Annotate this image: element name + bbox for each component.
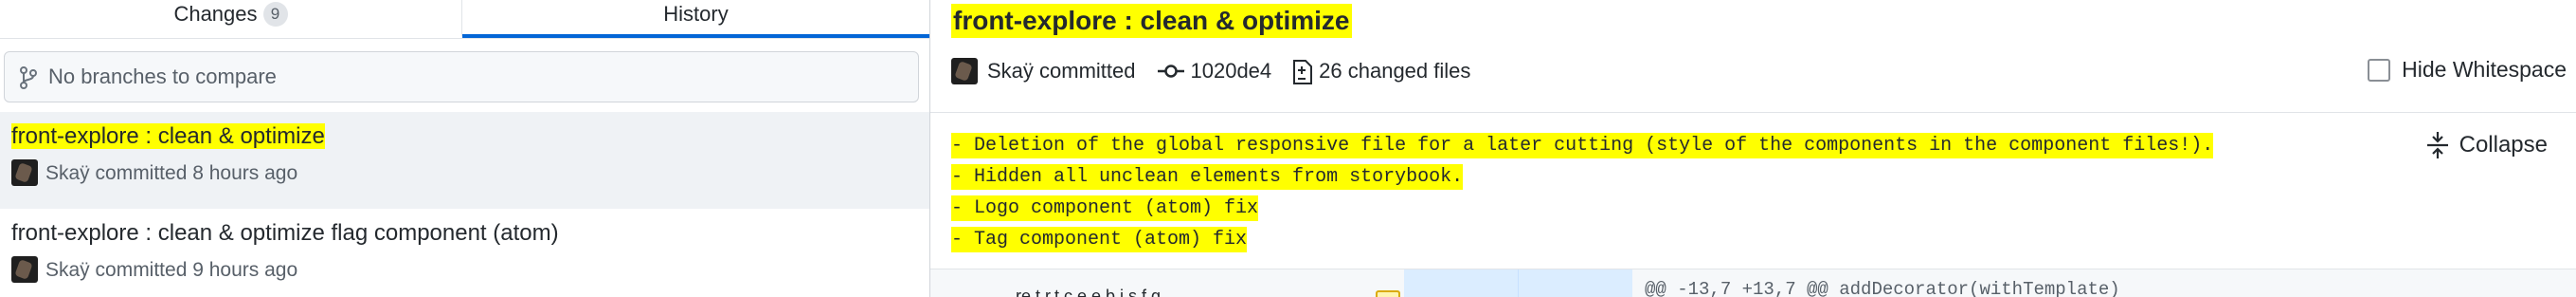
file-list-peek[interactable]: re.t.r.t.c.e.e.b.j.s.f.g. [1016,287,1165,297]
description-line: - Hidden all unclean elements from story… [951,164,1464,190]
commit-description: - Deletion of the global responsive file… [951,130,2214,255]
collapse-button[interactable]: Collapse [2423,130,2548,160]
diff-hunk-header: @@ -13,7 +13,7 @@ addDecorator(withTempl… [1645,279,2120,297]
tab-history[interactable]: History [462,0,929,38]
history-sidebar: Changes 9 History No branches to compare … [0,0,930,297]
hide-whitespace-checkbox[interactable] [2368,58,2391,82]
commit-meta: Skaÿ committed 8 hours ago [11,159,297,186]
compare-placeholder: No branches to compare [48,65,277,88]
avatar [11,256,38,283]
avatar [11,159,38,186]
file-diff-icon [1293,60,1313,84]
collapse-label: Collapse [2459,132,2548,158]
commit-meta-row: Skaÿ committed 1020de4 26 changed files [951,55,1470,87]
changes-count-badge: 9 [262,2,288,27]
commit-title: front-explore : clean & optimize [951,4,1352,38]
commit-sha[interactable]: 1020de4 [1191,59,1272,84]
changed-files-count: 26 changed files [1319,59,1471,83]
tab-changes-label: Changes [173,2,258,26]
tab-changes[interactable]: Changes 9 [0,0,462,36]
hide-whitespace-label: Hide Whitespace [2402,57,2567,82]
file-status-icon [1376,290,1400,297]
tab-history-label: History [663,2,729,26]
history-list-item[interactable]: front-explore : clean & optimize Skaÿ co… [0,112,929,209]
hide-whitespace-toggle[interactable]: Hide Whitespace [2368,57,2567,83]
diff-gutter-old [1404,269,1518,297]
collapse-icon [2426,132,2448,158]
commit-summary: front-explore : clean & optimize [11,123,325,149]
history-list-item[interactable]: front-explore : clean & optimize flag co… [0,211,929,297]
avatar [951,58,978,84]
description-line: - Tag component (atom) fix [951,227,1248,252]
commit-message-area: - Deletion of the global responsive file… [930,112,2576,269]
description-line: - Logo component (atom) fix [951,195,1259,221]
commit-summary: front-explore : clean & optimize flag co… [11,220,559,246]
diff-gutter-new [1518,269,1632,297]
description-line: - Deletion of the global responsive file… [951,133,2214,158]
commit-author: Skaÿ committed [987,59,1136,83]
branch-icon [20,66,37,89]
commit-details: front-explore : clean & optimize Skaÿ co… [930,0,2576,297]
branch-compare-input[interactable]: No branches to compare [4,51,919,102]
git-commit-icon [1157,65,1184,78]
commit-meta: Skaÿ committed 9 hours ago [11,256,297,283]
sidebar-tabs: Changes 9 History [0,0,929,39]
diff-header-strip: re.t.r.t.c.e.e.b.j.s.f.g. @@ -13,7 +13,7… [930,269,2576,297]
